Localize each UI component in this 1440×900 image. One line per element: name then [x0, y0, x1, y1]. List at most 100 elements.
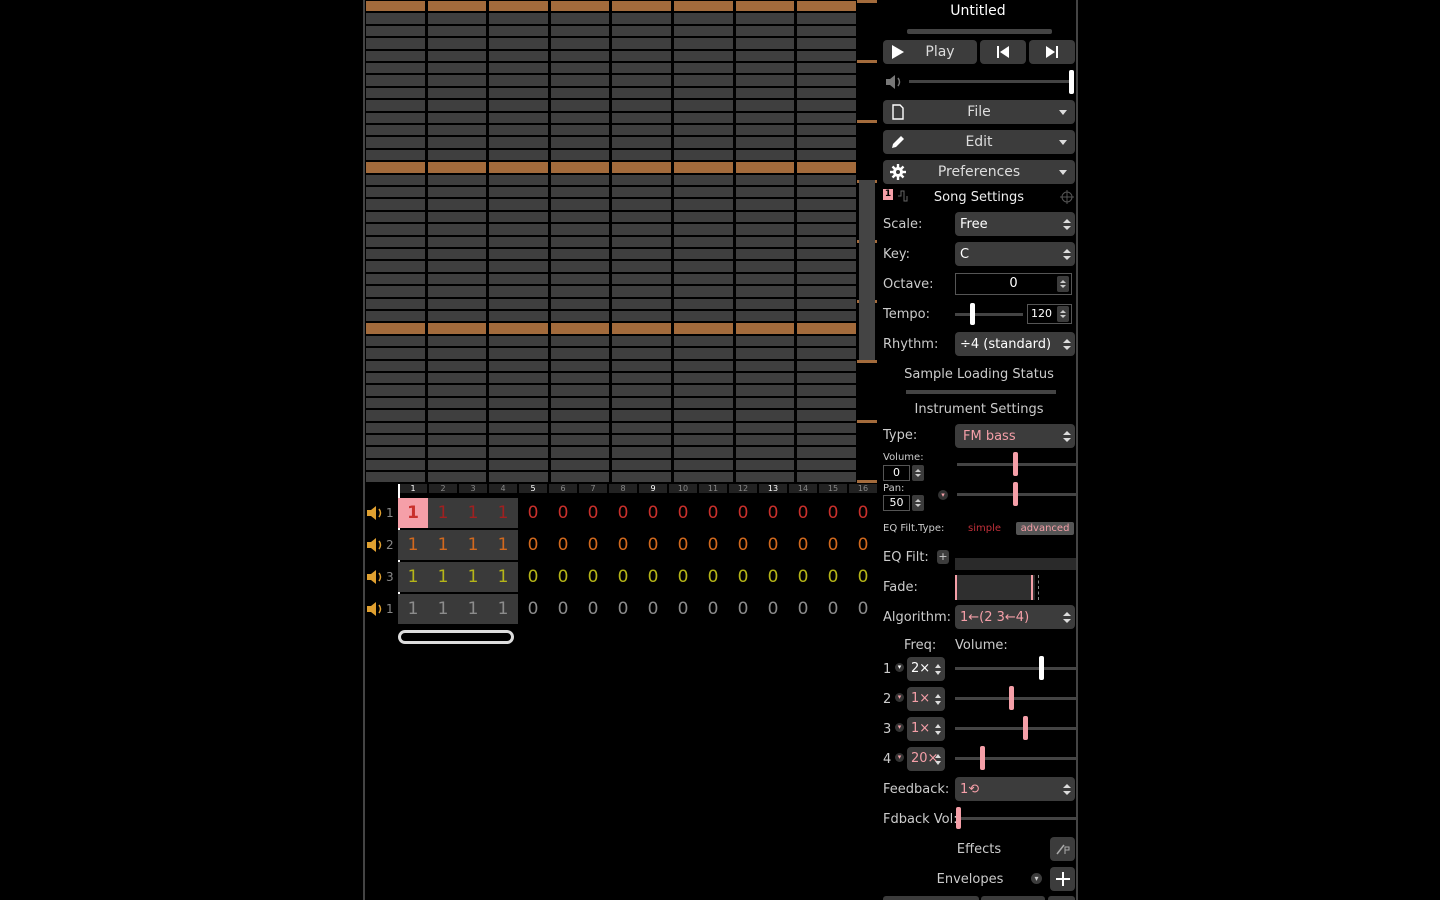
note-grid-cell[interactable]: [489, 149, 548, 161]
note-grid-cell[interactable]: [427, 385, 487, 396]
note-grid-cell[interactable]: [427, 149, 487, 161]
pattern-cell[interactable]: 0: [668, 562, 698, 592]
note-grid-cell[interactable]: [612, 435, 671, 446]
pattern-editor[interactable]: 1 2 3 4 5 6 7 8 9 10 11 12 13 14 15 16 1 1 1 1 1 0 0 0 0 0 0 0 0 0 0 0 0…: [365, 484, 880, 644]
note-grid-cell[interactable]: [797, 100, 856, 111]
note-grid-cell[interactable]: [489, 249, 548, 260]
note-grid-cell[interactable]: [674, 273, 733, 285]
note-grid-cell[interactable]: [797, 137, 856, 148]
bar-number[interactable]: 11: [699, 484, 727, 493]
note-grid-cell[interactable]: [674, 311, 733, 322]
note-grid-cell[interactable]: [550, 149, 610, 161]
note-grid-cell[interactable]: [735, 211, 795, 223]
bar-number[interactable]: 3: [459, 484, 487, 493]
operator-volume-thumb[interactable]: [1039, 656, 1045, 680]
note-grid-cell[interactable]: [550, 199, 610, 210]
rhythm-select[interactable]: ÷4 (standard): [955, 332, 1075, 356]
note-grid-cell[interactable]: [797, 459, 856, 471]
note-grid-cell[interactable]: [797, 286, 856, 297]
note-grid-cell[interactable]: [612, 125, 671, 136]
pattern-cell[interactable]: 0: [758, 562, 788, 592]
pattern-cell[interactable]: 1: [488, 530, 518, 560]
note-grid-cell[interactable]: [735, 273, 795, 285]
note-grid-cell[interactable]: [489, 459, 548, 471]
note-grid-cell[interactable]: [674, 360, 733, 371]
note-grid-cell[interactable]: [797, 38, 856, 49]
note-grid-cell[interactable]: [427, 410, 487, 421]
note-grid-cell[interactable]: [489, 385, 548, 396]
pan-spinner[interactable]: [912, 495, 924, 511]
note-grid-cell[interactable]: [489, 472, 548, 482]
pattern-cell[interactable]: 0: [788, 498, 818, 528]
pattern-cell[interactable]: 1: [488, 498, 518, 528]
octave-input[interactable]: 0: [955, 273, 1072, 295]
pattern-cell[interactable]: 0: [668, 498, 698, 528]
bar-number[interactable]: 1: [399, 484, 427, 493]
pattern-cell[interactable]: 0: [728, 530, 758, 560]
pattern-cell[interactable]: 0: [848, 498, 878, 528]
note-grid-cell[interactable]: [366, 261, 425, 272]
operator-volume-slider[interactable]: [955, 697, 1076, 700]
octave-row-cell[interactable]: [797, 1, 856, 12]
note-grid-cell[interactable]: [674, 100, 733, 111]
note-grid-cell[interactable]: [366, 224, 425, 235]
octave-row-cell[interactable]: [735, 162, 795, 173]
note-grid-cell[interactable]: [489, 435, 548, 446]
note-grid-cell[interactable]: [797, 63, 856, 74]
key-select[interactable]: C: [955, 242, 1075, 266]
note-grid-cell[interactable]: [489, 187, 548, 198]
note-grid-cell[interactable]: [735, 472, 795, 482]
note-grid-cell[interactable]: [674, 236, 733, 247]
envelopes-add-button[interactable]: [1050, 867, 1075, 891]
note-grid-cell[interactable]: [674, 199, 733, 210]
note-grid-cell[interactable]: [489, 174, 548, 185]
note-grid-cell[interactable]: [550, 360, 610, 371]
fade-envelope[interactable]: [955, 575, 1035, 600]
note-grid-cell[interactable]: [489, 373, 548, 384]
note-grid-cell[interactable]: [735, 435, 795, 446]
note-grid-cell[interactable]: [612, 199, 671, 210]
note-grid-cell[interactable]: [612, 360, 671, 371]
note-grid-cell[interactable]: [797, 25, 856, 37]
note-grid-cell[interactable]: [489, 137, 548, 148]
note-grid-cell[interactable]: [674, 435, 733, 446]
octave-row-cell[interactable]: [797, 323, 856, 334]
note-grid-cell[interactable]: [427, 261, 487, 272]
note-grid-cell[interactable]: [366, 447, 425, 458]
tempo-slider[interactable]: [955, 313, 1023, 316]
note-grid-cell[interactable]: [489, 273, 548, 285]
pattern-cell[interactable]: 0: [638, 530, 668, 560]
octave-row-cell[interactable]: [489, 162, 548, 173]
note-grid-cell[interactable]: [797, 211, 856, 223]
pattern-cell[interactable]: 0: [848, 594, 878, 624]
note-grid-cell[interactable]: [735, 385, 795, 396]
envelope-target-partial[interactable]: [981, 896, 1045, 900]
note-grid-cell[interactable]: [797, 298, 856, 309]
octave-row-cell[interactable]: [735, 323, 795, 334]
note-grid-cell[interactable]: [612, 335, 671, 347]
note-grid-cell[interactable]: [797, 224, 856, 235]
volume-spinner[interactable]: [912, 465, 924, 481]
pattern-cell[interactable]: 1: [458, 498, 488, 528]
note-grid-cell[interactable]: [489, 348, 548, 359]
note-grid-cell[interactable]: [489, 298, 548, 309]
pattern-cell[interactable]: 0: [728, 498, 758, 528]
note-grid-cell[interactable]: [550, 236, 610, 247]
note-grid-cell[interactable]: [366, 373, 425, 384]
edit-menu[interactable]: Edit: [883, 130, 1075, 154]
note-grid-cell[interactable]: [427, 273, 487, 285]
note-grid-cell[interactable]: [427, 472, 487, 482]
note-grid-cell[interactable]: [427, 13, 487, 24]
note-grid-cell[interactable]: [550, 335, 610, 347]
note-grid-cell[interactable]: [427, 63, 487, 74]
octave-row-cell[interactable]: [612, 1, 671, 12]
note-grid-cell[interactable]: [735, 286, 795, 297]
note-grid-cell[interactable]: [489, 87, 548, 99]
note-grid-cell[interactable]: [735, 447, 795, 458]
pattern-cell[interactable]: 1: [428, 498, 458, 528]
note-grid-cell[interactable]: [366, 273, 425, 285]
pattern-cell[interactable]: 0: [788, 530, 818, 560]
note-grid-cell[interactable]: [366, 137, 425, 148]
note-grid-cell[interactable]: [489, 422, 548, 433]
note-grid-cell[interactable]: [797, 311, 856, 322]
